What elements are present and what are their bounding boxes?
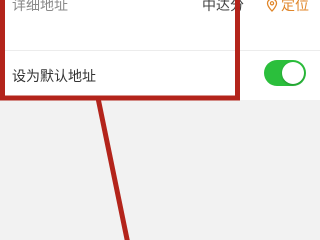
set-default-address-label: 设为默认地址 bbox=[12, 68, 96, 85]
detail-address-value[interactable]: 中达分 bbox=[202, 0, 244, 15]
detail-address-row[interactable]: 详细地址 中达分 定位 bbox=[0, 0, 320, 22]
default-address-toggle[interactable] bbox=[264, 60, 306, 86]
set-default-address-row: 设为默认地址 bbox=[0, 50, 320, 100]
locate-button[interactable]: 定位 bbox=[266, 0, 309, 15]
pointer-line bbox=[95, 97, 130, 240]
toggle-knob bbox=[282, 62, 304, 84]
address-form-card: 详细地址 中达分 定位 设为默认地址 bbox=[0, 0, 320, 100]
locate-label: 定位 bbox=[281, 0, 309, 14]
detail-address-label: 详细地址 bbox=[12, 0, 68, 14]
location-pin-icon bbox=[266, 0, 278, 12]
